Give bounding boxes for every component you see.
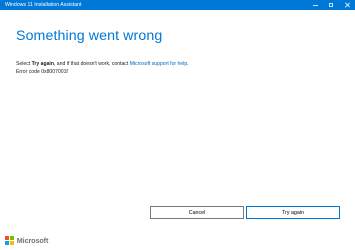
maximize-button[interactable]	[323, 0, 339, 10]
page-title: Something went wrong	[16, 28, 163, 44]
maximize-icon	[329, 3, 333, 7]
instruction-suffix: .	[187, 61, 189, 67]
logo-square-blue	[5, 240, 9, 245]
logo-square-green	[9, 236, 14, 241]
logo-square-yellow	[9, 240, 14, 245]
cancel-button[interactable]: Cancel	[150, 206, 244, 219]
title-bar: Windows 11 Installation Assistant	[0, 0, 355, 10]
microsoft-logo-icon	[5, 236, 14, 245]
support-link[interactable]: Microsoft support for help	[130, 61, 187, 67]
logo-square-red	[5, 236, 9, 241]
instruction-middle: , and if that doesn't work, contact	[53, 61, 130, 67]
instruction-try-again: Try again	[31, 61, 54, 67]
error-code: Error code 0x8007001f	[16, 69, 68, 75]
close-icon	[345, 3, 350, 8]
try-again-button[interactable]: Try again	[246, 206, 340, 219]
microsoft-logo: Microsoft	[5, 236, 48, 245]
instruction-text: Select Try again, and if that doesn't wo…	[16, 61, 189, 67]
minimize-icon	[312, 4, 318, 6]
instruction-prefix: Select	[16, 61, 32, 67]
microsoft-wordmark: Microsoft	[16, 236, 49, 245]
minimize-button[interactable]	[307, 0, 323, 10]
close-button[interactable]	[339, 0, 355, 10]
window-title: Windows 11 Installation Assistant	[5, 2, 82, 8]
